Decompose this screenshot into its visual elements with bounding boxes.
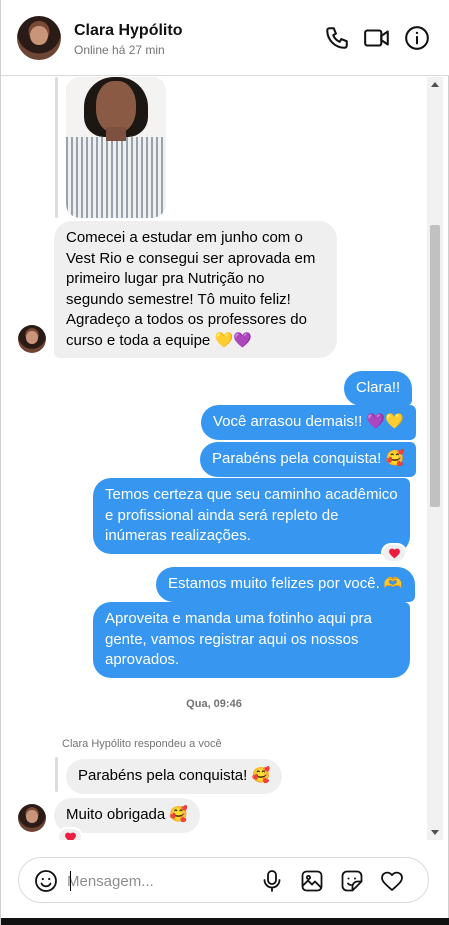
replied-label: Clara Hypólito respondeu a você <box>62 738 222 750</box>
quoted-message[interactable]: Parabéns pela conquista! 🥰 <box>66 759 283 794</box>
sticker-icon[interactable] <box>339 868 365 894</box>
message-sent[interactable]: Parabéns pela conquista! 🥰 <box>200 442 417 477</box>
message-received[interactable]: Comecei a estudar em junho com o Vest Ri… <box>54 221 337 358</box>
message-sent[interactable]: Temos certeza que seu caminho acadêmico … <box>93 478 410 554</box>
chat-window: Clara Hypólito Online há 27 min Comecei … <box>0 0 449 925</box>
microphone-icon[interactable] <box>259 868 285 894</box>
contact-name[interactable]: Clara Hypólito <box>74 22 182 40</box>
message-sent[interactable]: Estamos muito felizes por você. 🫶 <box>156 567 415 602</box>
contact-avatar-small <box>18 804 46 832</box>
emoji-icon[interactable] <box>33 868 59 894</box>
message-sent[interactable]: Clara!! <box>344 371 413 406</box>
heart-reaction[interactable] <box>381 543 407 563</box>
timestamp: Qua, 09:46 <box>186 698 242 710</box>
message-input[interactable] <box>67 868 247 894</box>
video-icon[interactable] <box>363 24 391 52</box>
message-sent[interactable]: Você arrasou demais!! 💜💛 <box>201 405 416 440</box>
contact-avatar-small <box>18 325 46 353</box>
shared-photo[interactable] <box>66 77 166 218</box>
scroll-thumb[interactable] <box>430 225 440 507</box>
text-caret <box>70 871 71 891</box>
scrollbar[interactable] <box>427 77 443 840</box>
contact-status: Online há 27 min <box>74 43 165 57</box>
info-icon[interactable] <box>403 24 431 52</box>
message-composer <box>18 857 429 903</box>
message-sent[interactable]: Aproveita e manda uma fotinho aqui pra g… <box>93 602 410 678</box>
reply-thread-line <box>55 757 58 792</box>
phone-icon[interactable] <box>323 24 351 52</box>
heart-icon[interactable] <box>379 868 405 894</box>
contact-avatar[interactable] <box>17 16 61 60</box>
heart-reaction[interactable] <box>57 827 83 840</box>
image-icon[interactable] <box>299 868 325 894</box>
scroll-down-arrow[interactable] <box>431 830 439 835</box>
message-thread[interactable]: Comecei a estudar em junho com o Vest Ri… <box>1 77 427 840</box>
scroll-up-arrow[interactable] <box>431 82 439 87</box>
window-bottom-edge <box>1 918 449 925</box>
chat-header: Clara Hypólito Online há 27 min <box>1 0 449 76</box>
reply-thread-line <box>55 77 58 218</box>
